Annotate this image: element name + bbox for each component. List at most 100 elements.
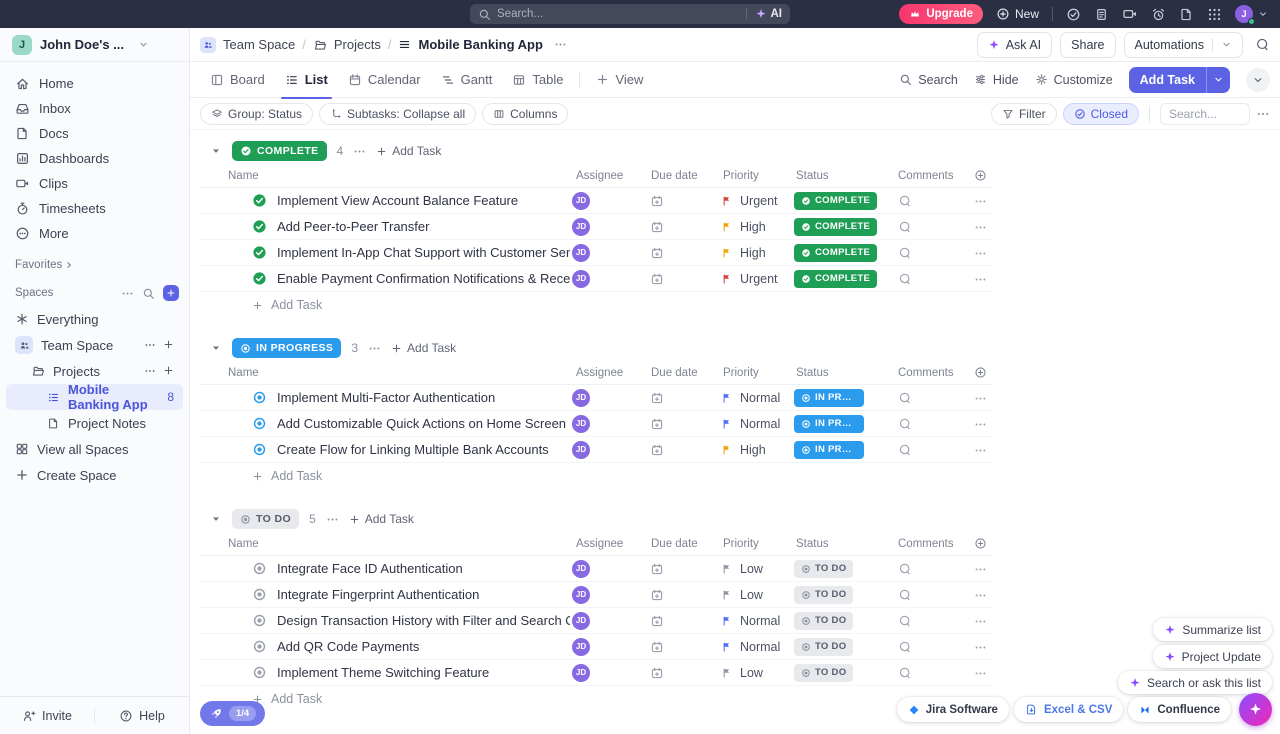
due-date-cell[interactable] bbox=[645, 587, 717, 603]
task-row[interactable]: Enable Payment Confirmation Notification… bbox=[200, 266, 992, 292]
col-comments[interactable]: Comments bbox=[892, 170, 968, 182]
priority-cell[interactable]: Urgent bbox=[717, 272, 790, 286]
task-name[interactable]: Enable Payment Confirmation Notification… bbox=[277, 271, 570, 286]
due-date-cell[interactable] bbox=[645, 271, 717, 287]
row-more-icon[interactable] bbox=[968, 193, 992, 208]
status-badge[interactable]: TO DO bbox=[794, 586, 853, 604]
collapse-caret-icon[interactable] bbox=[210, 513, 222, 525]
status-badge[interactable]: IN PROGRESS bbox=[794, 415, 864, 433]
status-badge[interactable]: TO DO bbox=[794, 638, 853, 656]
sidebar-item-home[interactable]: Home bbox=[6, 71, 183, 96]
task-name[interactable]: Implement Theme Switching Feature bbox=[277, 665, 489, 680]
task-name[interactable]: Implement In-App Chat Support with Custo… bbox=[277, 245, 570, 260]
col-assignee[interactable]: Assignee bbox=[570, 170, 645, 182]
add-task-chevron[interactable] bbox=[1206, 67, 1230, 93]
comments-toggle-icon[interactable] bbox=[1255, 37, 1270, 53]
status-todo-icon[interactable] bbox=[252, 613, 267, 628]
task-name[interactable]: Implement View Account Balance Feature bbox=[277, 193, 518, 208]
due-date-cell[interactable] bbox=[645, 390, 717, 406]
col-status[interactable]: Status bbox=[790, 367, 892, 379]
favorites-section[interactable]: Favorites bbox=[15, 259, 189, 271]
user-avatar[interactable]: J bbox=[1235, 5, 1253, 23]
status-todo-icon[interactable] bbox=[252, 561, 267, 576]
assignee-avatar[interactable]: JD bbox=[572, 586, 590, 604]
due-date-cell[interactable] bbox=[645, 219, 717, 235]
col-name[interactable]: Name bbox=[200, 367, 570, 379]
sidebar-item-create-space[interactable]: Create Space bbox=[6, 462, 183, 488]
task-name[interactable]: Create Flow for Linking Multiple Bank Ac… bbox=[277, 442, 549, 457]
status-badge[interactable]: IN PROGRESS bbox=[794, 389, 864, 407]
spaces-more-icon[interactable] bbox=[121, 287, 134, 300]
ai-button[interactable]: AI bbox=[746, 8, 783, 20]
task-row[interactable]: Implement Theme Switching Feature JD Low… bbox=[200, 660, 992, 686]
sidebar-item-docs[interactable]: Docs bbox=[6, 121, 183, 146]
task-row[interactable]: Implement In-App Chat Support with Custo… bbox=[200, 240, 992, 266]
collapse-header-button[interactable] bbox=[1246, 68, 1270, 92]
sidebar-item-timesheets[interactable]: Timesheets bbox=[6, 196, 183, 221]
comments-cell[interactable] bbox=[892, 613, 968, 629]
search-tasks-button[interactable]: Search bbox=[899, 73, 958, 87]
status-todo-icon[interactable] bbox=[252, 639, 267, 654]
due-date-cell[interactable] bbox=[645, 442, 717, 458]
status-badge[interactable]: TO DO bbox=[794, 612, 853, 630]
task-row[interactable]: Integrate Face ID Authentication JD Low … bbox=[200, 556, 992, 582]
columns-chip[interactable]: Columns bbox=[482, 103, 568, 125]
summarize-list-button[interactable]: Summarize list bbox=[1153, 618, 1272, 641]
comments-cell[interactable] bbox=[892, 639, 968, 655]
col-status[interactable]: Status bbox=[790, 170, 892, 182]
comments-cell[interactable] bbox=[892, 587, 968, 603]
assignee-avatar[interactable]: JD bbox=[572, 389, 590, 407]
comments-cell[interactable] bbox=[892, 219, 968, 235]
col-comments[interactable]: Comments bbox=[892, 367, 968, 379]
share-button[interactable]: Share bbox=[1060, 32, 1115, 58]
col-name[interactable]: Name bbox=[200, 538, 570, 550]
col-assignee[interactable]: Assignee bbox=[570, 538, 645, 550]
assignee-avatar[interactable]: JD bbox=[572, 560, 590, 578]
add-task-row[interactable]: Add Task bbox=[200, 292, 322, 318]
customize-button[interactable]: Customize bbox=[1035, 73, 1113, 87]
row-more-icon[interactable] bbox=[968, 219, 992, 234]
col-due-date[interactable]: Due date bbox=[645, 367, 717, 379]
clickup-logo-icon[interactable] bbox=[12, 6, 29, 23]
upgrade-button[interactable]: Upgrade bbox=[899, 4, 983, 24]
breadcrumb-project[interactable]: Projects bbox=[334, 37, 381, 52]
notepad-icon[interactable] bbox=[1094, 7, 1109, 22]
status-badge[interactable]: COMPLETE bbox=[794, 192, 877, 210]
status-badge[interactable]: COMPLETE bbox=[232, 141, 327, 161]
task-row[interactable]: Implement View Account Balance Feature J… bbox=[200, 188, 992, 214]
space-more-icon[interactable] bbox=[144, 339, 156, 351]
tab-table[interactable]: Table bbox=[502, 62, 573, 98]
toolbar-more-icon[interactable] bbox=[1256, 106, 1270, 121]
assignee-avatar[interactable]: JD bbox=[572, 664, 590, 682]
sidebar-item-more[interactable]: More bbox=[6, 221, 183, 246]
priority-cell[interactable]: High bbox=[717, 443, 790, 457]
tab-list[interactable]: List bbox=[275, 62, 338, 98]
automations-button[interactable]: Automations bbox=[1124, 32, 1243, 58]
sidebar-item-clips[interactable]: Clips bbox=[6, 171, 183, 196]
priority-cell[interactable]: High bbox=[717, 220, 790, 234]
row-more-icon[interactable] bbox=[968, 271, 992, 286]
sidebar-item-dashboards[interactable]: Dashboards bbox=[6, 146, 183, 171]
task-row[interactable]: Add Customizable Quick Actions on Home S… bbox=[200, 411, 992, 437]
task-row[interactable]: Integrate Fingerprint Authentication JD … bbox=[200, 582, 992, 608]
onboarding-progress-button[interactable]: 1/4 bbox=[200, 701, 265, 726]
task-name[interactable]: Integrate Fingerprint Authentication bbox=[277, 587, 479, 602]
priority-cell[interactable]: Low bbox=[717, 666, 790, 680]
status-badge[interactable]: TO DO bbox=[794, 664, 853, 682]
group-more-icon[interactable] bbox=[368, 342, 381, 355]
group-add-task-button[interactable]: Add Task bbox=[376, 144, 441, 158]
due-date-cell[interactable] bbox=[645, 561, 717, 577]
record-clip-icon[interactable] bbox=[1122, 6, 1138, 22]
help-button[interactable]: Help bbox=[95, 709, 189, 723]
due-date-cell[interactable] bbox=[645, 193, 717, 209]
filter-chip[interactable]: Filter bbox=[991, 103, 1057, 125]
due-date-cell[interactable] bbox=[645, 639, 717, 655]
task-name[interactable]: Add QR Code Payments bbox=[277, 639, 419, 654]
status-badge[interactable]: IN PROGRESS bbox=[232, 338, 341, 358]
task-name[interactable]: Add Peer-to-Peer Transfer bbox=[277, 219, 429, 234]
group-more-icon[interactable] bbox=[326, 513, 339, 526]
new-button[interactable]: New bbox=[996, 7, 1039, 21]
task-search-input[interactable] bbox=[1160, 103, 1250, 125]
status-badge[interactable]: TO DO bbox=[794, 560, 853, 578]
closed-chip[interactable]: Closed bbox=[1063, 103, 1139, 125]
